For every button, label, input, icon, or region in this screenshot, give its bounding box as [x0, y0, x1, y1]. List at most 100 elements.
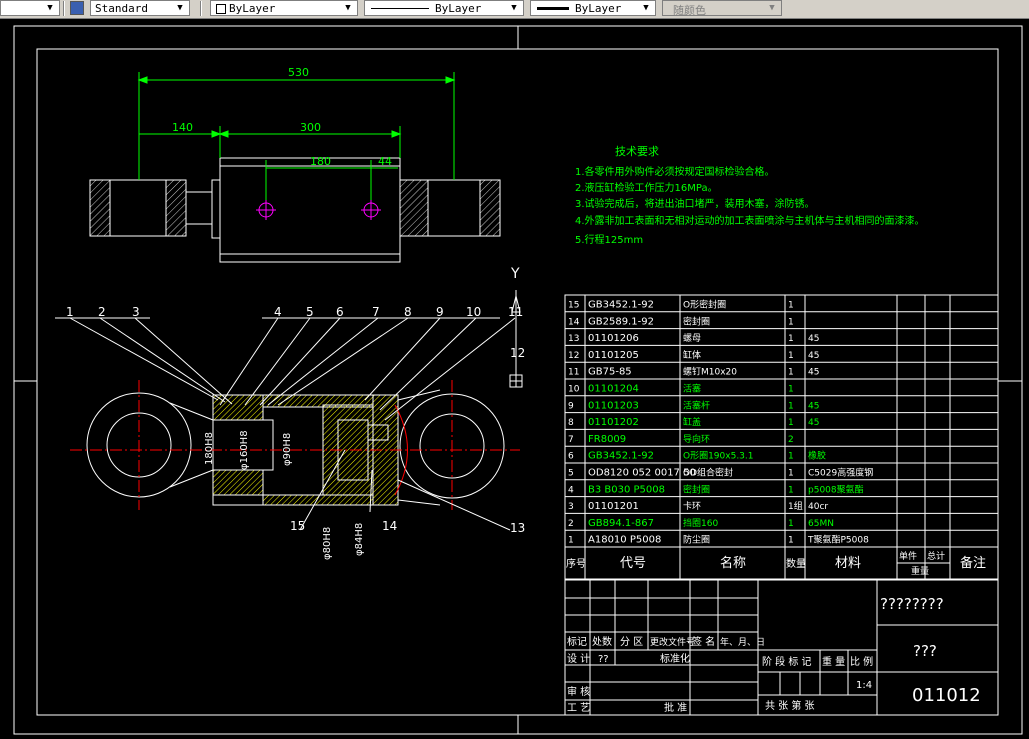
- balloon-12: 12: [510, 346, 525, 360]
- left-partial-combo[interactable]: ▼: [0, 0, 60, 16]
- sheet-frame: [13, 25, 1023, 735]
- chevron-down-icon[interactable]: ▼: [173, 1, 187, 15]
- dim-d90: φ90H8: [282, 433, 293, 466]
- text-style-icon[interactable]: [70, 1, 84, 15]
- chevron-down-icon[interactable]: ▼: [341, 1, 355, 15]
- dim-body: 300: [300, 121, 321, 134]
- dim-d80: φ80H8: [322, 527, 333, 560]
- parts-cell: 2: [788, 435, 794, 445]
- parts-cell: 1: [788, 385, 794, 395]
- parts-cell: 橡胶: [808, 450, 826, 462]
- parts-cell: 3: [568, 502, 574, 512]
- tb-sheets: 共 张 第 张: [765, 699, 815, 712]
- parts-list-table: 15 GB3452.1-92 O形密封圈 114 GB2589.1-92 密封圈 113 01…: [564, 294, 999, 580]
- tech-item-5: 5.行程125mm: [575, 233, 643, 246]
- tb-doc-no: 更改文件号: [650, 636, 695, 648]
- parts-cell: 1: [788, 485, 794, 495]
- parts-cell: GB75-85: [588, 367, 632, 378]
- parts-cell: GB2589.1-92: [588, 316, 654, 327]
- tech-item-1: 1.各零件用外购件必须按规定国标检验合格。: [575, 165, 775, 178]
- parts-cell: C5029高强度钢: [808, 467, 873, 479]
- chevron-down-icon[interactable]: ▼: [765, 1, 779, 15]
- plot-style-value: 随颜色: [673, 4, 706, 17]
- parts-cell: 导向环: [683, 433, 710, 445]
- color-dropdown[interactable]: ByLayer ▼: [210, 0, 358, 16]
- parts-cell: 14: [568, 317, 580, 327]
- parts-cell: 8: [568, 418, 574, 428]
- parts-cell: 缸盖: [683, 416, 701, 428]
- drawing-title: ????????: [880, 595, 944, 613]
- parts-header-cell: 总计: [927, 550, 945, 562]
- parts-cell: 1: [788, 334, 794, 344]
- parts-cell: 1: [788, 469, 794, 479]
- parts-cell: A18010 P5008: [588, 535, 661, 546]
- parts-cell: 5: [568, 469, 574, 479]
- balloon-10: 10: [466, 305, 481, 319]
- section-view: [70, 380, 520, 510]
- linetype-value: ByLayer: [435, 2, 482, 15]
- parts-cell: 防尘圈: [683, 534, 710, 546]
- balloon-5: 5: [306, 305, 314, 319]
- dim-d160: φ160H8: [239, 430, 250, 470]
- parts-cell: GB3452.1-92: [588, 300, 654, 311]
- parts-cell: OD8120 052 0017 50: [588, 468, 696, 479]
- lineweight-sample-icon: [537, 7, 569, 10]
- parts-cell: 1: [788, 536, 794, 546]
- parts-cell: 11: [568, 368, 579, 378]
- drawing-canvas[interactable]: 530 140 300 180 44 180H8 φ160H8 φ90H8 φ8…: [0, 19, 1029, 739]
- parts-cell: 45: [808, 401, 819, 411]
- dim-ports: 180: [310, 155, 331, 168]
- port-marker: [256, 200, 381, 220]
- balloon-13: 13: [510, 521, 525, 535]
- plot-style-dropdown[interactable]: 随颜色 ▼: [662, 0, 782, 17]
- parts-cell: 01101205: [588, 350, 639, 361]
- title-block-text: ???????? ??? 011012 标记 处数 分 区 更改文件号 签 名 …: [567, 595, 981, 714]
- parts-cell: 10: [568, 385, 580, 395]
- dim-d180: 180H8: [204, 432, 215, 465]
- tech-title: 技术要求: [615, 145, 659, 158]
- parts-cell: O形圈190x5.3.1: [683, 450, 754, 462]
- parts-cell: O形密封圈: [683, 299, 726, 311]
- top-view: [89, 157, 501, 263]
- parts-cell: 01101201: [588, 501, 639, 512]
- tb-process: 工 艺: [567, 702, 590, 714]
- tb-approve: 批 准: [664, 701, 687, 714]
- parts-cell: 40cr: [808, 502, 828, 512]
- linetype-dropdown[interactable]: ByLayer ▼: [364, 0, 524, 16]
- parts-cell: 密封圈: [683, 483, 710, 495]
- parts-cell: 9: [568, 401, 574, 411]
- balloon-2: 2: [98, 305, 106, 319]
- tb-design: 设 计: [567, 652, 590, 665]
- balloon-1: 1: [66, 305, 74, 319]
- dim-port-offset: 44: [378, 155, 392, 168]
- parts-cell: 1: [788, 519, 794, 529]
- parts-cell: 1: [788, 351, 794, 361]
- tb-count: 处数: [592, 635, 612, 648]
- parts-cell: B3 B030 P5008: [588, 484, 665, 495]
- parts-cell: 7: [568, 435, 574, 445]
- parts-header-cell: 重量: [911, 565, 929, 577]
- tech-item-3: 3.试验完成后，将进出油口堵严，装用木塞，涂防锈。: [575, 197, 815, 210]
- company-name: ???: [913, 642, 937, 660]
- tb-mark: 标记: [567, 636, 587, 648]
- balloon-6: 6: [336, 305, 344, 319]
- parts-cell: 1: [788, 452, 794, 462]
- chevron-down-icon[interactable]: ▼: [639, 1, 653, 15]
- parts-cell: GB894.1-867: [588, 518, 654, 529]
- chevron-down-icon[interactable]: ▼: [43, 1, 57, 15]
- top-dimension-labels: 530 140 300 180 44: [172, 66, 392, 168]
- parts-cell: 4: [568, 485, 574, 495]
- text-style-dropdown[interactable]: Standard ▼: [90, 0, 190, 16]
- parts-cell: 活塞: [683, 383, 701, 395]
- parts-cell: T聚氨酯P5008: [807, 534, 869, 546]
- tb-stage-mark: 阶 段 标 记: [762, 655, 812, 668]
- lineweight-value: ByLayer: [575, 2, 622, 15]
- chevron-down-icon[interactable]: ▼: [507, 1, 521, 15]
- lineweight-dropdown[interactable]: ByLayer ▼: [530, 0, 656, 16]
- tb-standardize: 标准化: [660, 652, 690, 665]
- tech-item-2: 2.液压缸检验工作压力16MPa。: [575, 181, 718, 194]
- parts-cell: 45: [808, 418, 819, 428]
- parts-cell: 6: [568, 452, 574, 462]
- parts-header-cell: 代号: [620, 556, 646, 571]
- parts-cell: 1: [788, 418, 794, 428]
